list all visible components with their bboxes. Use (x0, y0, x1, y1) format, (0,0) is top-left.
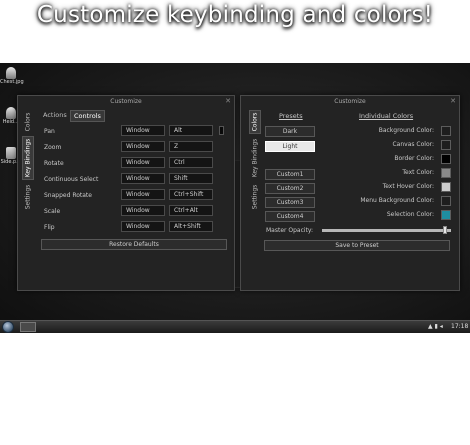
tab-actions[interactable]: Actions (40, 110, 70, 120)
color-label: Border Color: (394, 155, 434, 162)
color-label: Selection Color: (386, 211, 434, 218)
taskbar-app-button[interactable] (20, 322, 36, 332)
colors-dialog: Customize ✕ Colors Key Bindings Settings… (240, 95, 460, 291)
action-label: Zoom (44, 144, 62, 151)
color-swatch[interactable] (441, 154, 451, 164)
tab-settings[interactable]: Settings (22, 182, 34, 212)
key-field[interactable]: Ctrl+Alt (169, 205, 213, 216)
master-opacity-slider[interactable] (322, 229, 451, 232)
preset-light-button[interactable]: Light (265, 141, 315, 152)
banner-title: Customize keybinding and colors! (36, 2, 434, 28)
color-swatch[interactable] (441, 196, 451, 206)
color-label: Background Color: (378, 127, 434, 134)
save-to-preset-button[interactable]: Save to Preset (264, 240, 450, 251)
desktop: Chest.jpg Heid.. Side.p.. Customize ✕ Co… (0, 63, 470, 333)
preset-custom3-button[interactable]: Custom3 (265, 197, 315, 208)
close-icon[interactable]: ✕ (450, 97, 456, 105)
tray-icons[interactable]: ▲ ▮ ◂ (428, 323, 443, 330)
scope-select[interactable]: Window (121, 189, 165, 200)
tab-colors[interactable]: Colors (22, 110, 34, 134)
scope-select[interactable]: Window (121, 173, 165, 184)
color-swatch[interactable] (441, 140, 451, 150)
keybinding-dialog: Customize ✕ Colors Key Bindings Settings… (17, 95, 235, 291)
key-field[interactable]: Z (169, 141, 213, 152)
tab-colors[interactable]: Colors (249, 110, 261, 134)
color-swatch[interactable] (441, 210, 451, 220)
slider-handle[interactable] (443, 226, 448, 234)
action-label: Rotate (44, 160, 64, 167)
preset-dark-button[interactable]: Dark (265, 126, 315, 137)
scope-select[interactable]: Window (121, 205, 165, 216)
master-opacity-label: Master Opacity: (266, 227, 314, 234)
file-icon (6, 107, 16, 119)
close-icon[interactable]: ✕ (225, 97, 231, 105)
restore-defaults-button[interactable]: Restore Defaults (41, 239, 227, 250)
color-swatch[interactable] (441, 126, 451, 136)
scrollbar[interactable] (219, 126, 224, 135)
color-label: Text Hover Color: (382, 183, 434, 190)
start-button[interactable] (2, 321, 14, 333)
key-field[interactable]: Ctrl+Shift (169, 189, 213, 200)
action-label: Scale (44, 208, 61, 215)
file-icon (6, 67, 16, 79)
action-label: Snapped Rotate (44, 192, 92, 199)
desktop-icon-label: Chest.jpg (0, 79, 24, 85)
color-swatch[interactable] (441, 182, 451, 192)
preset-custom2-button[interactable]: Custom2 (265, 183, 315, 194)
color-label: Text Color: (402, 169, 434, 176)
tab-settings[interactable]: Settings (249, 182, 261, 212)
taskbar: ▲ ▮ ◂ 17:18 (0, 320, 470, 333)
key-field[interactable]: Shift (169, 173, 213, 184)
key-field[interactable]: Alt (169, 125, 213, 136)
individual-colors-heading: Individual Colors (359, 112, 414, 120)
tab-key-bindings[interactable]: Key Bindings (249, 136, 261, 180)
clock: 17:18 (451, 323, 469, 330)
color-swatch[interactable] (441, 168, 451, 178)
color-label: Canvas Color: (392, 141, 434, 148)
action-label: Flip (44, 224, 55, 231)
action-label: Pan (44, 128, 55, 135)
presets-heading: Presets (279, 112, 303, 120)
scope-select[interactable]: Window (121, 221, 165, 232)
preset-custom1-button[interactable]: Custom1 (265, 169, 315, 180)
action-label: Continuous Select (44, 176, 99, 183)
scope-select[interactable]: Window (121, 141, 165, 152)
tab-controls[interactable]: Controls (70, 110, 105, 122)
dialog-title: Customize (334, 98, 366, 105)
key-field[interactable]: Ctrl (169, 157, 213, 168)
scope-select[interactable]: Window (121, 125, 165, 136)
desktop-icon-chest[interactable]: Chest.jpg (0, 67, 24, 85)
banner: Customize keybinding and colors! (0, 0, 470, 40)
file-icon (6, 147, 16, 159)
preset-custom4-button[interactable]: Custom4 (265, 211, 315, 222)
key-field[interactable]: Alt+Shift (169, 221, 213, 232)
tab-key-bindings[interactable]: Key Bindings (22, 136, 34, 180)
scope-select[interactable]: Window (121, 157, 165, 168)
dialog-title: Customize (110, 98, 142, 105)
color-label: Menu Background Color: (360, 197, 434, 204)
